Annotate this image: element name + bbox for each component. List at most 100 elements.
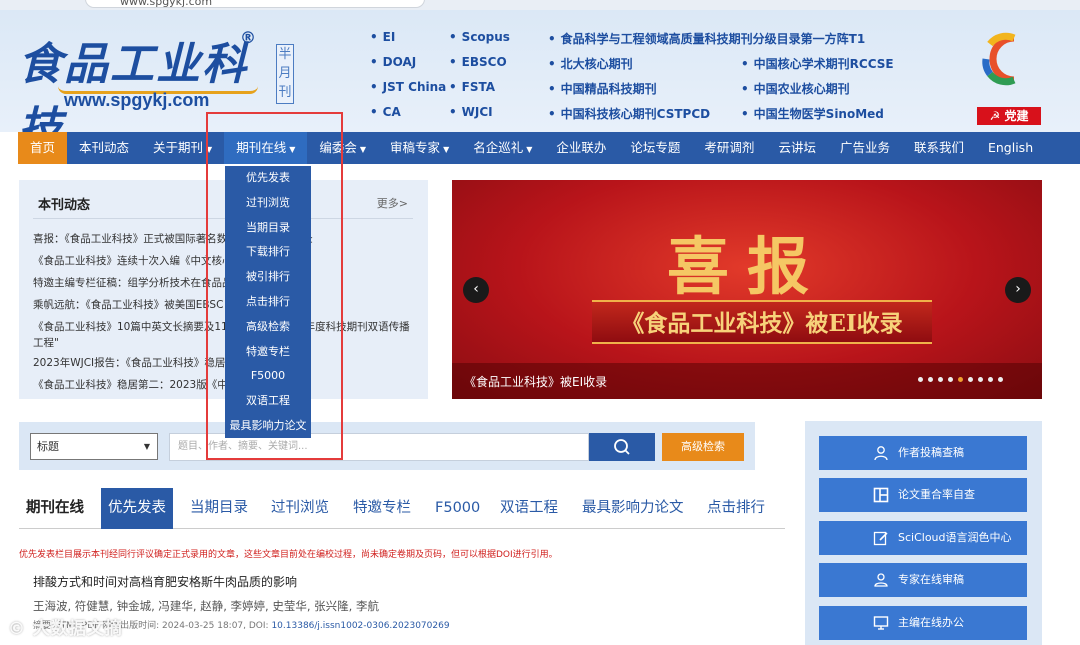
highlight-annotation-box <box>206 112 343 460</box>
search-field-value: 标题 <box>37 440 59 453</box>
nav-english[interactable]: English <box>976 132 1045 164</box>
news-title: 本刊动态 <box>38 198 91 213</box>
nav-reviewers[interactable]: 审稿专家 ▼ <box>378 132 461 164</box>
tab-influential[interactable]: 最具影响力论文 <box>582 488 684 529</box>
carousel-dot[interactable] <box>948 377 953 382</box>
anniversary-logo <box>982 32 1016 86</box>
index-ei[interactable]: EI <box>370 30 396 44</box>
nav-label: English <box>987 140 1034 155</box>
editor-office-button[interactable]: 主编在线办公 <box>819 606 1027 640</box>
online-tabs: 期刊在线 优先发表 当期目录 过刊浏览 特邀专栏 F5000 双语工程 最具影响… <box>19 488 785 529</box>
index-agri[interactable]: 中国农业核心期刊 <box>741 80 850 97</box>
language-polish-button[interactable]: SciCloud语言润色中心 <box>819 521 1027 555</box>
index-pku[interactable]: 北大核心期刊 <box>548 55 633 72</box>
party-building-button[interactable]: ☭ 党建 <box>977 107 1041 125</box>
carousel-dot[interactable] <box>988 377 993 382</box>
side-button-label: SciCloud语言润色中心 <box>898 531 1012 544</box>
tab-priority[interactable]: 优先发表 <box>101 488 173 529</box>
index-jst[interactable]: JST China <box>370 80 447 94</box>
nav-home[interactable]: 首页 <box>18 132 68 164</box>
nav-forum[interactable]: 论坛专题 <box>618 132 692 164</box>
carousel-dot[interactable] <box>928 377 933 382</box>
index-ca[interactable]: CA <box>370 105 401 119</box>
search-bar: 标题 ▼ 题目、作者、摘要、关键词... 高级检索 <box>19 422 755 470</box>
index-t1[interactable]: 食品科学与工程领域高质量科技期刊分级目录第一方阵T1 <box>548 30 866 47</box>
article-title[interactable]: 排酸方式和时间对高档育肥安格斯牛肉品质的影响 <box>33 573 297 590</box>
caret-down-icon: ▼ <box>143 442 150 451</box>
tabs-section-label: 期刊在线 <box>26 500 84 516</box>
nav-label: 联系我们 <box>913 140 964 155</box>
advanced-search-button[interactable]: 高级检索 <box>662 433 744 461</box>
index-fsta[interactable]: FSTA <box>449 80 495 94</box>
index-cstpcd[interactable]: 中国科技核心期刊CSTPCD <box>548 105 710 122</box>
banner-subtitle: 《食品工业科技》被EI收录 <box>621 310 903 337</box>
nav-news[interactable]: 本刊动态 <box>67 132 141 164</box>
nav-label: 考研调剂 <box>704 140 755 155</box>
index-ebsco[interactable]: EBSCO <box>449 55 507 69</box>
plagiarism-check-button[interactable]: 论文重合率自查 <box>819 478 1027 512</box>
author-submit-button[interactable]: 作者投稿查稿 <box>819 436 1027 470</box>
priority-notice: 优先发表栏目展示本刊经同行评议确定正式录用的文章，这些文章目前处在编校过程，尚未… <box>19 550 558 560</box>
index-wjci[interactable]: WJCI <box>449 105 493 119</box>
tab-bilingual[interactable]: 双语工程 <box>500 488 558 529</box>
nav-label: 名企巡礼 <box>473 140 524 155</box>
nav-label: 关于期刊 <box>153 140 204 155</box>
tab-past-issues[interactable]: 过刊浏览 <box>271 488 329 529</box>
index-doaj[interactable]: DOAJ <box>370 55 417 69</box>
chevron-down-icon: ▼ <box>443 145 450 154</box>
search-field-select[interactable]: 标题 ▼ <box>30 433 158 460</box>
nav-ads[interactable]: 广告业务 <box>828 132 902 164</box>
nav-label: 云讲坛 <box>778 140 816 155</box>
article-doi[interactable]: 10.13386/j.issn1002-0306.2023070269 <box>271 621 449 631</box>
logo-url: www.spgykj.com <box>64 90 210 110</box>
layout-icon <box>873 487 889 503</box>
chevron-left-icon[interactable]: ‹ <box>463 277 489 303</box>
logo-registered-mark: ® <box>240 28 256 47</box>
address-url[interactable]: www.spgykj.com <box>120 0 212 8</box>
index-scopus[interactable]: Scopus <box>449 30 510 44</box>
banner-caption[interactable]: 《食品工业科技》被EI收录 <box>464 373 607 390</box>
nav-lecture[interactable]: 云讲坛 <box>766 132 828 164</box>
index-sinomed[interactable]: 中国生物医学SinoMed <box>741 105 884 122</box>
nav-contact[interactable]: 联系我们 <box>902 132 976 164</box>
nav-label: 首页 <box>30 140 56 155</box>
side-button-label: 专家在线审稿 <box>898 573 964 586</box>
carousel-dot[interactable] <box>998 377 1003 382</box>
search-icon <box>614 439 630 455</box>
nav-joint[interactable]: 企业联办 <box>544 132 618 164</box>
carousel-dot[interactable] <box>968 377 973 382</box>
chevron-down-icon: ▼ <box>526 145 533 154</box>
site-header: 食品工业科技 ® www.spgykj.com 半月刊 EI Scopus 食品… <box>0 10 1080 154</box>
nav-enterprises[interactable]: 名企巡礼 ▼ <box>461 132 544 164</box>
side-button-label: 论文重合率自查 <box>898 488 975 501</box>
service-panel: 作者投稿查稿 论文重合率自查 SciCloud语言润色中心 专家在线审稿 主编在… <box>805 421 1042 645</box>
chevron-down-icon: ▼ <box>359 145 367 154</box>
tab-f5000[interactable]: F5000 <box>435 488 480 529</box>
carousel-dot[interactable] <box>938 377 943 382</box>
carousel-dot[interactable] <box>918 377 923 382</box>
monitor-icon <box>873 616 889 630</box>
nav-label: 广告业务 <box>839 140 890 155</box>
carousel-dot-active[interactable] <box>958 377 963 382</box>
browser-address-strip: www.spgykj.com <box>0 0 1080 10</box>
index-jingpin[interactable]: 中国精品科技期刊 <box>548 80 657 97</box>
news-more-link[interactable]: 更多> <box>377 195 408 211</box>
banyue-badge: 半月刊 <box>276 44 294 104</box>
index-rccse[interactable]: 中国核心学术期刊RCCSE <box>741 55 894 72</box>
nav-exam[interactable]: 考研调剂 <box>692 132 766 164</box>
carousel-dot[interactable] <box>978 377 983 382</box>
nav-label: 论坛专题 <box>630 140 681 155</box>
side-button-label: 主编在线办公 <box>898 616 964 629</box>
side-button-label: 作者投稿查稿 <box>898 446 964 459</box>
tab-current-issue[interactable]: 当期目录 <box>190 488 248 529</box>
tab-click-rank[interactable]: 点击排行 <box>707 488 765 529</box>
search-button[interactable] <box>589 433 655 461</box>
banner-headline: 喜报 <box>666 230 827 303</box>
watermark: © 大数据文摘 <box>8 619 123 639</box>
expert-review-button[interactable]: 专家在线审稿 <box>819 563 1027 597</box>
edit-icon <box>873 531 888 546</box>
hero-banner[interactable]: 喜报 《食品工业科技》被EI收录 《食品工业科技》被EI收录 ‹ › <box>452 180 1042 399</box>
user-icon <box>874 446 888 461</box>
chevron-right-icon[interactable]: › <box>1005 277 1031 303</box>
tab-invited[interactable]: 特邀专栏 <box>353 488 411 529</box>
